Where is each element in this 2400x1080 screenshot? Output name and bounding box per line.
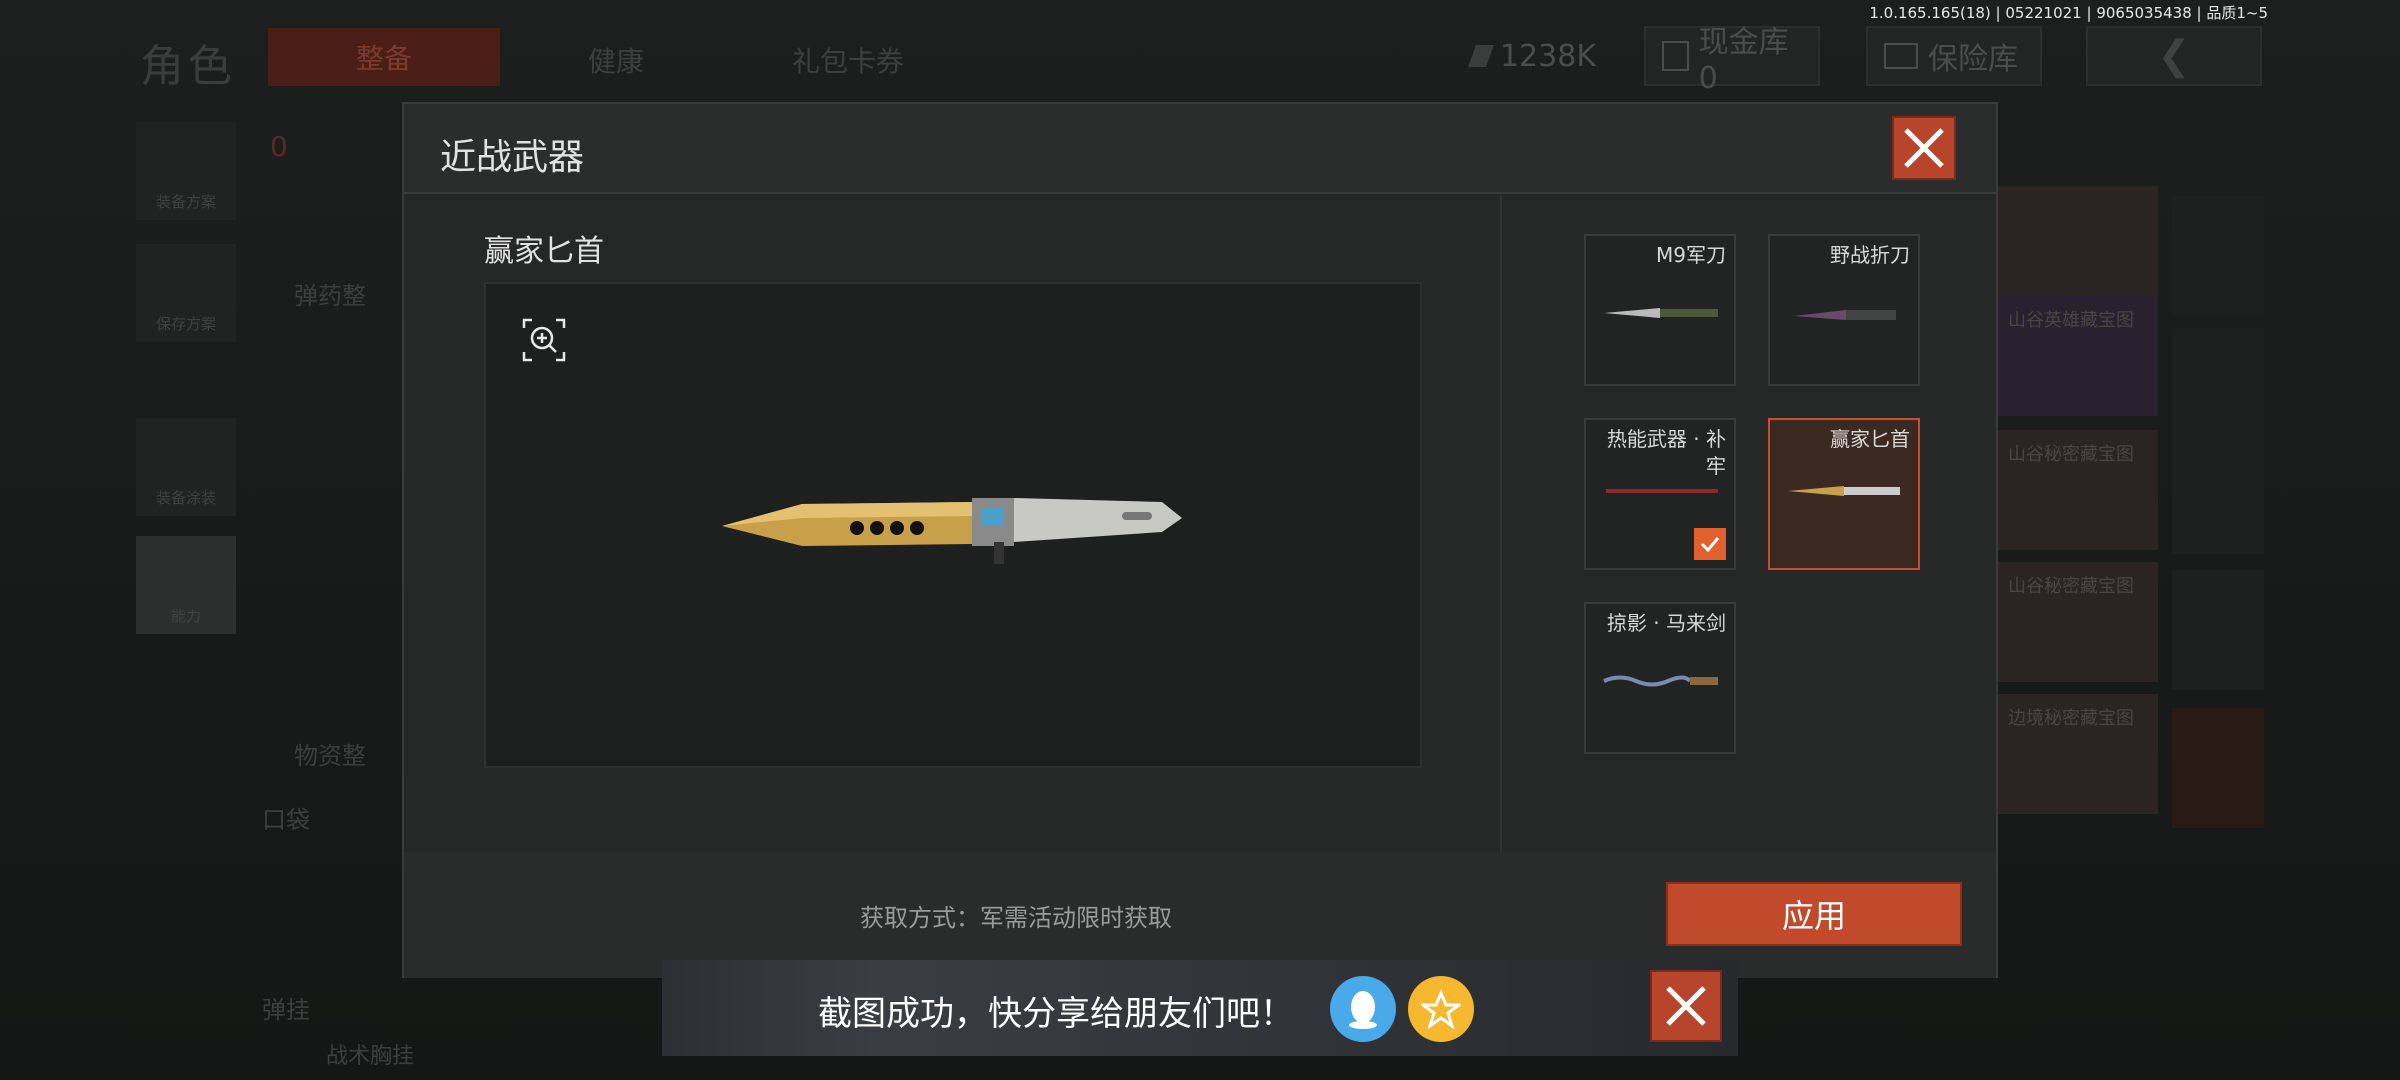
money-icon: [1467, 45, 1494, 67]
weapon-item-thermal[interactable]: 热能武器 · 补牢: [1584, 418, 1736, 570]
bg-card: 山谷秘密藏宝图: [1998, 430, 2158, 550]
qq-icon: [1349, 991, 1377, 1029]
close-icon: [1904, 128, 1944, 168]
item-label: 热能武器 · 补牢: [1606, 427, 1726, 478]
zoom-button[interactable]: [522, 318, 566, 362]
knife-thumbnail: [1604, 308, 1718, 318]
bg-card: 山谷英雄藏宝图: [1998, 296, 2158, 416]
preview-weapon-name: 赢家匕首: [484, 234, 604, 269]
dialog-header: 近战武器: [404, 104, 1996, 194]
equipped-check-icon: [1694, 528, 1726, 560]
toast-message: 截图成功，快分享给朋友们吧！: [818, 994, 1294, 1034]
divider: [1500, 196, 1502, 856]
weapon-item-winner-dagger[interactable]: 赢家匕首: [1768, 418, 1920, 570]
weapon-item-m9[interactable]: M9军刀: [1584, 234, 1736, 386]
currency-display: 1238K: [1456, 26, 1612, 86]
share-qq-button[interactable]: [1330, 976, 1396, 1042]
ammo-section-label: 弹药整: [294, 282, 366, 310]
back-button[interactable]: ❮: [2086, 26, 2262, 86]
supply-section-label: 物资整: [294, 742, 366, 770]
save-scheme-button[interactable]: 保存方案: [136, 244, 236, 342]
sidebar-button[interactable]: [2172, 328, 2264, 448]
screenshot-toast: 截图成功，快分享给朋友们吧！: [662, 960, 1738, 1056]
item-label: 野战折刀: [1830, 243, 1910, 267]
page-title: 角色: [140, 41, 236, 92]
slot-count: 0: [270, 130, 288, 163]
bg-card: 边境秘密藏宝图: [1998, 694, 2158, 814]
cash-store-button[interactable]: 现金库 0: [1644, 25, 1820, 96]
safe-store-button[interactable]: 保险库: [1866, 26, 2042, 86]
toast-close-button[interactable]: [1650, 970, 1722, 1042]
rig-label: 弹挂: [262, 996, 310, 1024]
knife-thumbnail: [1794, 310, 1896, 320]
weapon-item-field-knife[interactable]: 野战折刀: [1768, 234, 1920, 386]
sidebar-button[interactable]: [2172, 708, 2264, 828]
close-button[interactable]: [1892, 116, 1956, 180]
knife-thumbnail: [1606, 489, 1718, 493]
zoom-in-icon: [522, 318, 566, 362]
ability-button[interactable]: 能力: [136, 536, 236, 634]
back-arrow-icon: ❮: [2157, 33, 2191, 79]
equipment-skin-button[interactable]: 装备涂装: [136, 418, 236, 516]
weapon-item-kris[interactable]: 掠影 · 马来剑: [1584, 602, 1736, 754]
weapon-preview: [484, 282, 1422, 768]
version-info: 1.0.165.165(18) | 05221021 | 9065035438 …: [1869, 4, 2268, 22]
qzone-icon: [1421, 989, 1461, 1029]
close-icon: [1666, 986, 1706, 1026]
vest-label: 战术胸挂: [326, 1044, 415, 1069]
bg-card: 山谷秘密藏宝图: [1998, 562, 2158, 682]
knife-thumbnail: [1788, 486, 1900, 496]
safe-icon: [1884, 43, 1918, 69]
item-label: 掠影 · 马来剑: [1606, 611, 1726, 635]
share-qzone-button[interactable]: [1408, 976, 1474, 1042]
sidebar-button[interactable]: [2172, 434, 2264, 554]
pocket-label: 口袋: [262, 806, 310, 834]
dialog-title: 近战武器: [440, 137, 585, 178]
tab-gift-cards[interactable]: 礼包卡券: [792, 40, 904, 80]
melee-weapon-dialog: 近战武器 赢家匕首 M9军刀 野战折刀 热能武器 · 补牢 赢家匕首 掠影 · …: [402, 102, 1998, 978]
home-button[interactable]: [2172, 196, 2264, 316]
item-label: M9军刀: [1656, 243, 1726, 267]
tab-equip[interactable]: 整备: [268, 28, 500, 86]
item-label: 赢家匕首: [1830, 427, 1910, 451]
bg-card: [1998, 186, 2158, 306]
cash-icon: [1662, 41, 1689, 71]
obtain-method-text: 获取方式：军需活动限时获取: [860, 904, 1172, 932]
dagger-image: [722, 498, 1182, 564]
sidebar-button[interactable]: [2172, 570, 2264, 690]
tab-health[interactable]: 健康: [588, 40, 644, 80]
loadout-scheme-button[interactable]: 装备方案: [136, 122, 236, 220]
apply-button[interactable]: 应用: [1666, 882, 1962, 946]
knife-thumbnail: [1603, 675, 1718, 687]
